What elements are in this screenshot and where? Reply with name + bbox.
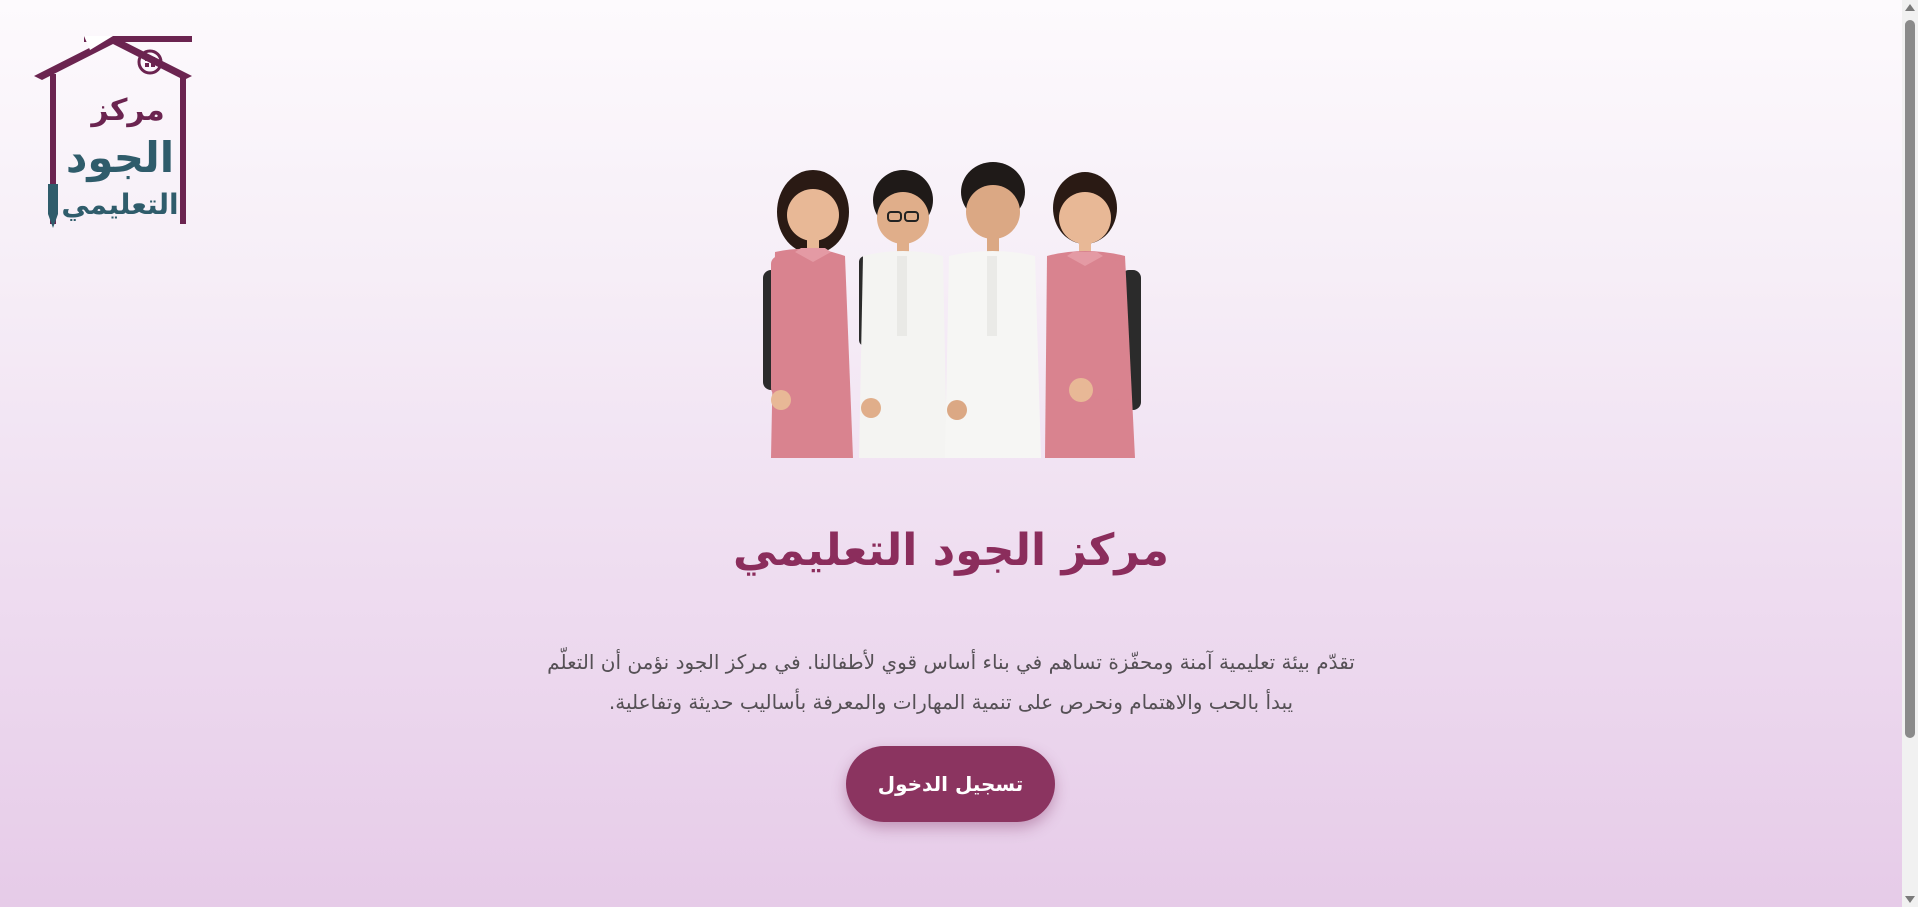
page-title: مركز الجود التعليمي: [732, 525, 1170, 576]
logo-icon: مركز الجود التعليمي: [34, 36, 192, 228]
landing-page: مركز الجود التعليمي مركز الجود التعليمي …: [0, 0, 1902, 907]
hero-image: [725, 160, 1170, 458]
logo-text-1: مركز: [89, 93, 164, 128]
description: تقدّم بيئة تعليمية آمنة ومحفّزة تساهم في…: [0, 642, 1902, 722]
scroll-down-arrow-icon[interactable]: [1905, 896, 1915, 903]
children-photo-icon: [763, 162, 1141, 458]
scrollbar-thumb[interactable]: [1905, 20, 1915, 738]
logo-text-2: الجود: [66, 133, 174, 183]
site-logo[interactable]: مركز الجود التعليمي: [28, 34, 198, 234]
description-line: يبدأ بالحب والاهتمام ونحرص على تنمية الم…: [608, 690, 1294, 714]
vertical-scrollbar[interactable]: [1902, 0, 1918, 907]
login-button[interactable]: تسجيل الدخول: [846, 746, 1055, 822]
scroll-up-arrow-icon[interactable]: [1905, 4, 1915, 11]
logo-text-3: التعليمي: [61, 188, 178, 221]
description-line: تقدّم بيئة تعليمية آمنة ومحفّزة تساهم في…: [547, 650, 1355, 674]
